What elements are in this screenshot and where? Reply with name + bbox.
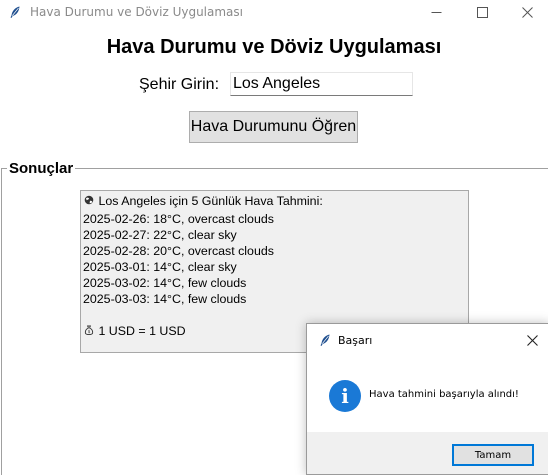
dialog-title-bar[interactable]: Başarı bbox=[307, 324, 548, 356]
feather-icon bbox=[320, 334, 330, 346]
city-label: Şehir Girin: bbox=[139, 76, 220, 93]
info-icon: i bbox=[329, 380, 361, 412]
forecast-row: 2025-03-02: 14°C, few clouds bbox=[83, 276, 247, 290]
dialog-title: Başarı bbox=[338, 334, 373, 347]
feather-icon bbox=[10, 6, 20, 18]
dialog-footer: Tamam bbox=[307, 432, 548, 474]
forecast-header-line: Los Angeles için 5 Günlük Hava Tahmini: bbox=[83, 193, 466, 211]
title-bar[interactable]: Hava Durumu ve Döviz Uygulaması bbox=[0, 0, 548, 25]
forecast-row: 2025-02-27: 22°C, clear sky bbox=[83, 228, 237, 242]
forecast-row: 2025-02-26: 18°C, overcast clouds bbox=[83, 212, 274, 226]
close-button[interactable] bbox=[504, 0, 548, 25]
forecast-row: 2025-02-28: 20°C, overcast clouds bbox=[83, 244, 274, 258]
maximize-icon bbox=[476, 7, 488, 18]
maximize-button[interactable] bbox=[459, 0, 505, 25]
forecast-header: Los Angeles için 5 Günlük Hava Tahmini: bbox=[98, 194, 323, 208]
currency-value: 1 USD = 1 USD bbox=[98, 324, 186, 338]
forecast-row: 2025-03-01: 14°C, clear sky bbox=[83, 260, 237, 274]
close-icon bbox=[526, 334, 538, 346]
results-group-label: Sonuçlar bbox=[7, 160, 76, 177]
ok-button[interactable]: Tamam bbox=[452, 444, 534, 466]
get-weather-button[interactable]: Hava Durumunu Öğren bbox=[189, 111, 358, 143]
success-dialog: Başarı i Hava tahmini başarıyla alındı! … bbox=[306, 323, 548, 475]
dialog-message: Hava tahmini başarıyla alındı! bbox=[369, 389, 519, 400]
svg-text:$: $ bbox=[88, 329, 91, 335]
money-bag-icon: $ bbox=[83, 325, 95, 341]
minimize-icon bbox=[431, 12, 441, 13]
page-title: Hava Durumu ve Döviz Uygulaması bbox=[106, 36, 442, 58]
close-icon bbox=[521, 7, 533, 18]
city-input[interactable] bbox=[230, 72, 413, 96]
globe-icon bbox=[83, 195, 95, 211]
dialog-close-button[interactable] bbox=[523, 331, 541, 349]
minimize-button[interactable] bbox=[413, 0, 459, 25]
forecast-row: 2025-03-03: 14°C, few clouds bbox=[83, 292, 247, 306]
window-title: Hava Durumu ve Döviz Uygulaması bbox=[30, 5, 243, 19]
